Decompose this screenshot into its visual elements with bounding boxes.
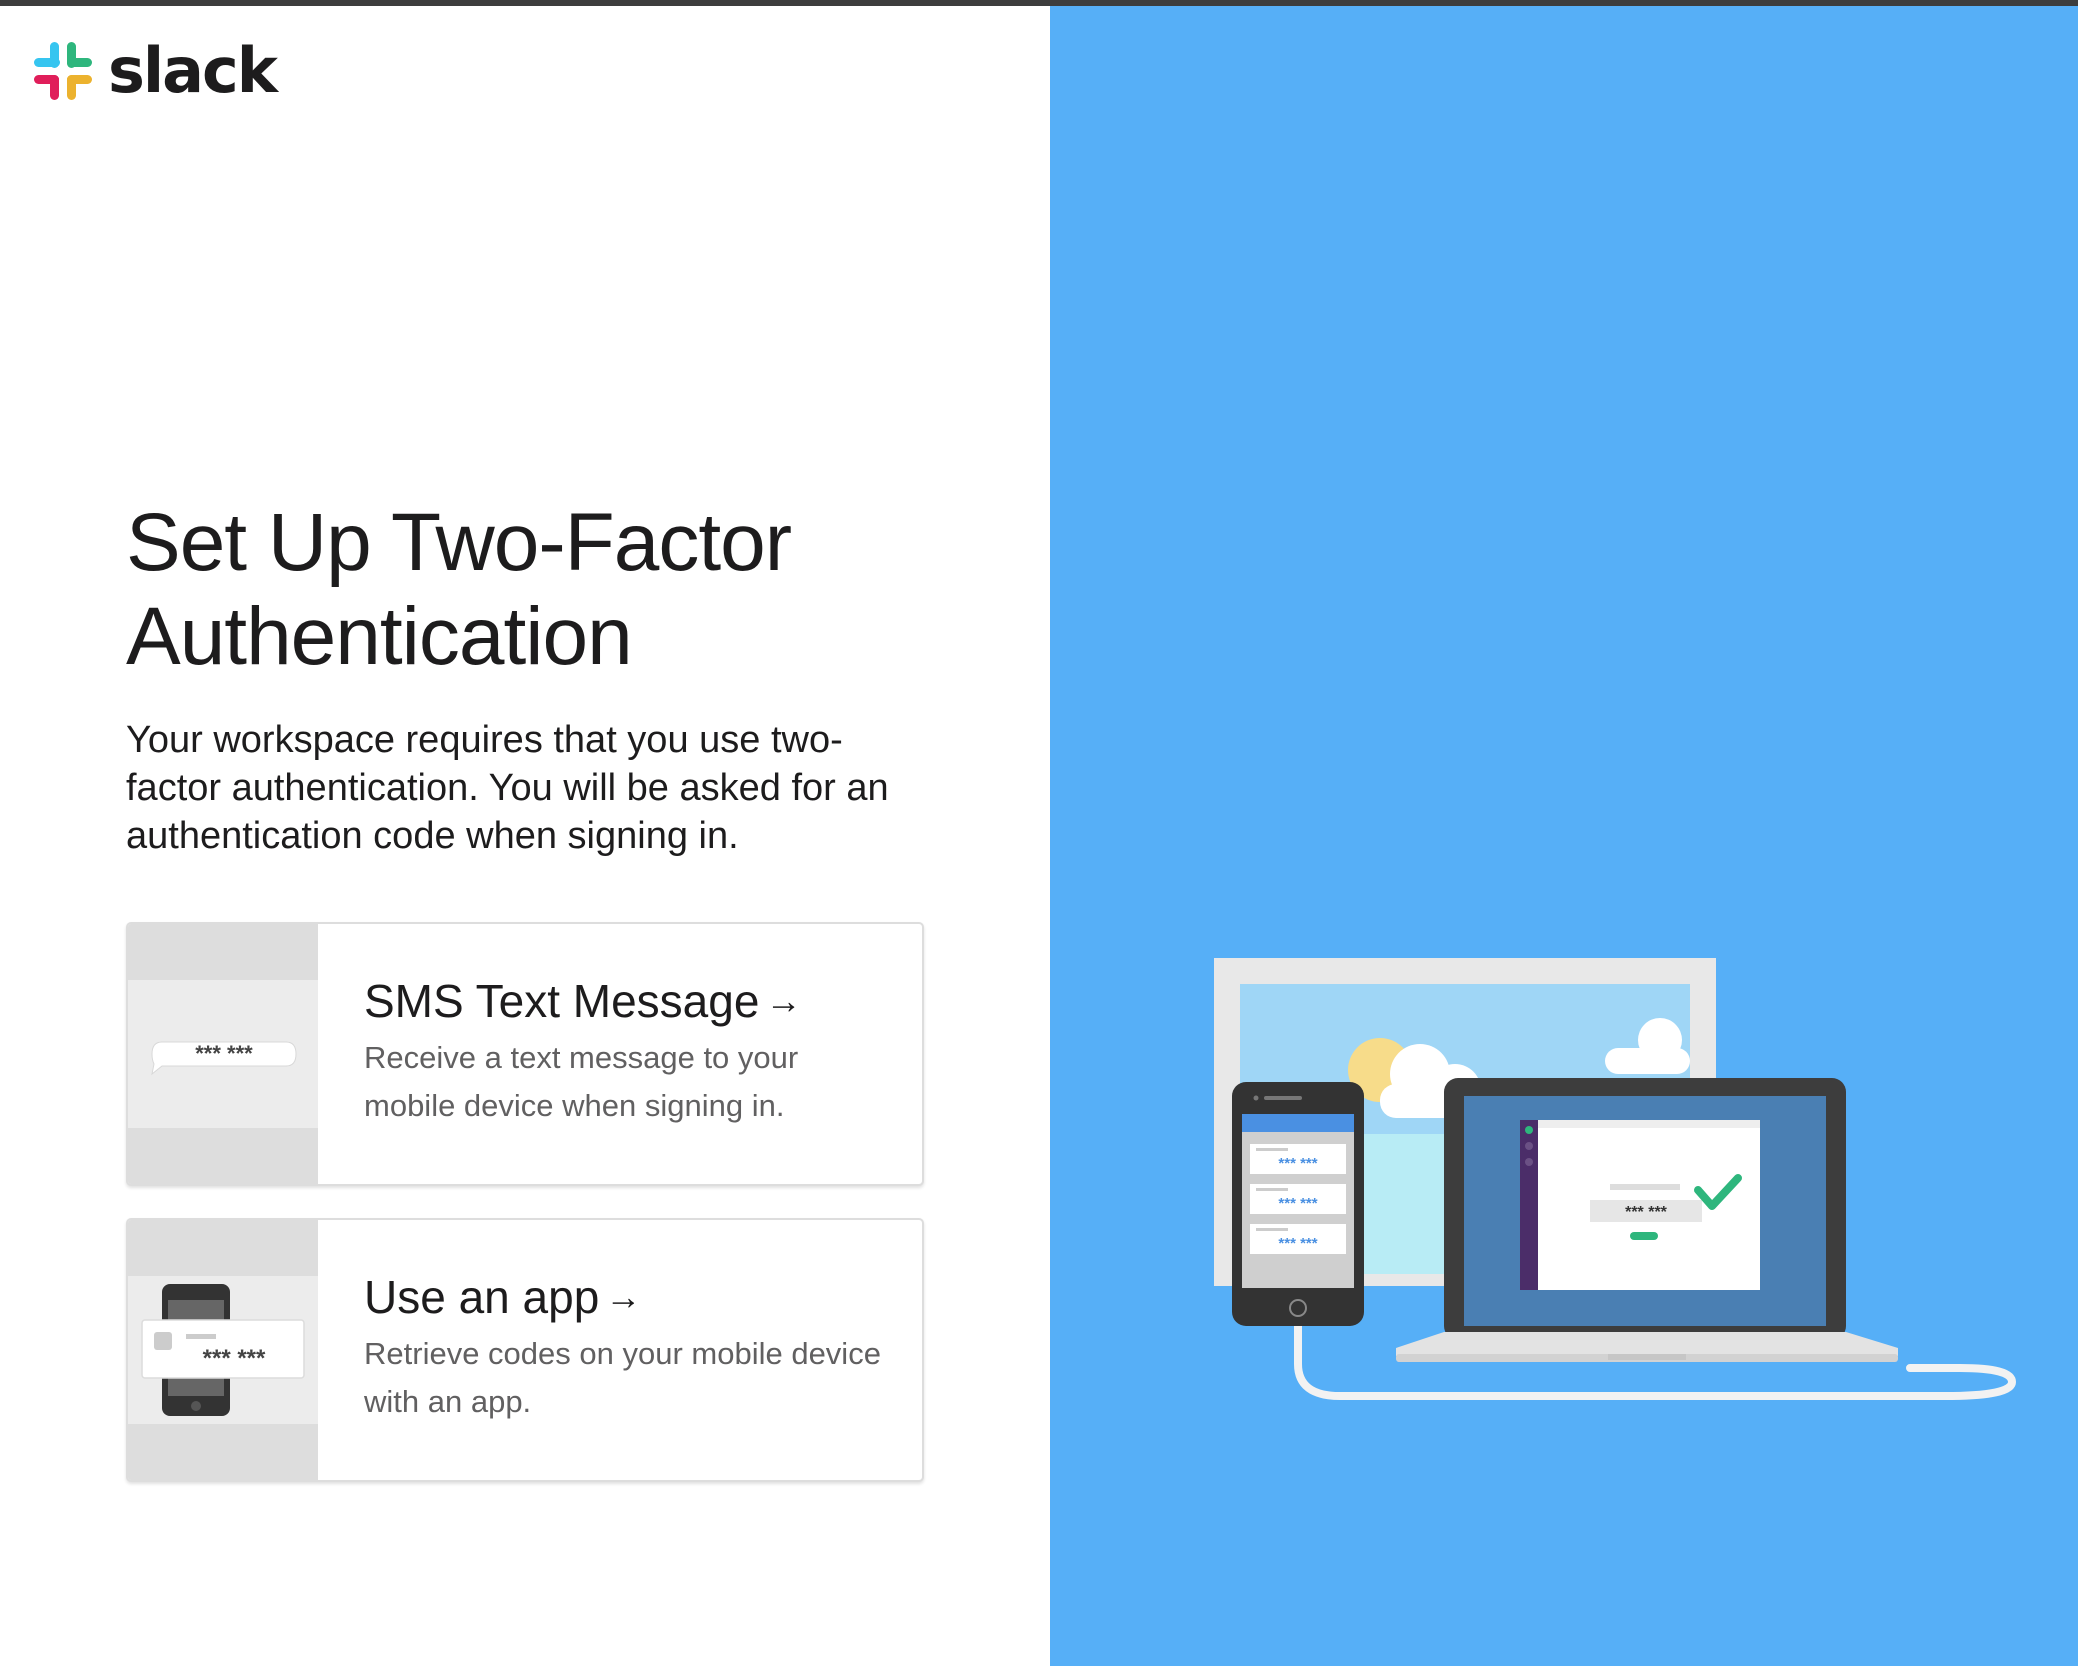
chat-bubble-icon: *** ***: [151, 1041, 297, 1076]
sms-option-description: Receive a text message to your mobile de…: [364, 1040, 799, 1123]
svg-text:*** ***: *** ***: [1278, 1195, 1317, 1212]
svg-text:*** ***: *** ***: [1278, 1235, 1317, 1252]
arrow-right-icon: →: [605, 1276, 642, 1317]
sms-option-title-text: SMS Text Message: [364, 975, 760, 1027]
svg-text:*** ***: *** ***: [195, 1041, 253, 1066]
app-thumbnail: *** ***: [128, 1220, 318, 1480]
phone-app-icon: *** ***: [141, 1284, 305, 1416]
slack-hash-icon: [34, 42, 92, 100]
sms-option-card[interactable]: *** *** SMS Text Message → Receive a tex…: [126, 922, 924, 1186]
svg-text:*** ***: *** ***: [1278, 1155, 1317, 1172]
svg-text:*** ***: *** ***: [1625, 1204, 1668, 1221]
arrow-right-icon: →: [765, 980, 802, 1021]
sms-option-title: SMS Text Message →: [364, 974, 892, 1028]
phone-icon: *** *** *** *** *** ***: [1232, 1082, 1364, 1326]
page-intro: Your workspace requires that you use two…: [126, 719, 889, 857]
app-option-description: Retrieve codes on your mobile device wit…: [364, 1336, 881, 1419]
svg-text:*** ***: *** ***: [203, 1345, 266, 1372]
slack-wordmark: slack: [108, 34, 278, 107]
slack-logo[interactable]: slack: [32, 34, 278, 107]
devices-illustration: *** *** *** *** *** *** *** ***: [1214, 958, 2017, 1400]
app-option-title: Use an app →: [364, 1270, 892, 1324]
app-option-card[interactable]: *** *** Use an app → Retrieve codes on y…: [126, 1218, 924, 1482]
page-title: Set Up Two-Factor Authentication: [126, 497, 792, 682]
app-option-title-text: Use an app: [364, 1271, 600, 1323]
laptop-icon: *** ***: [1396, 1078, 1898, 1362]
sms-thumbnail: *** ***: [128, 924, 318, 1184]
